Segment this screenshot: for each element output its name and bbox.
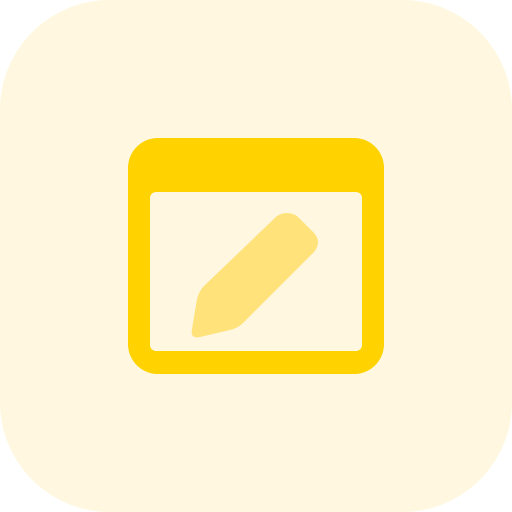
browser-window-pencil-icon [128, 138, 384, 374]
app-icon-tile[interactable] [0, 0, 512, 512]
